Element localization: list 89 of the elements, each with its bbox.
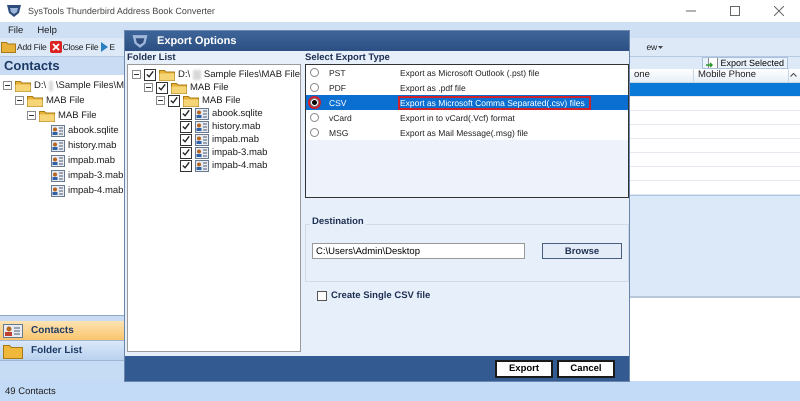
contact-file-icon <box>51 124 65 136</box>
status-text: 49 Contacts <box>5 386 56 396</box>
checkbox[interactable] <box>168 94 180 106</box>
redaction-blur <box>193 70 201 80</box>
nav-item[interactable]: Contacts <box>0 321 124 341</box>
export-type-option[interactable]: MSG Export as Mail Message(.msg) file <box>306 125 628 140</box>
collapse-icon[interactable] <box>15 96 24 105</box>
collapse-icon[interactable] <box>27 111 36 120</box>
contact-file-icon <box>51 170 65 182</box>
contact-file-icon <box>51 154 65 166</box>
tree-item[interactable]: impab-4.mab <box>68 185 124 196</box>
caret-icon <box>658 46 663 48</box>
folder-icon <box>15 80 31 92</box>
section-label: Folder List <box>127 51 177 64</box>
export-type-option[interactable]: CSV Export as Microsoft Comma Separated(.csv) files <box>306 95 628 110</box>
export-type-option[interactable]: vCard Export in to vCard(.Vcf) format <box>306 110 628 125</box>
close-icon <box>50 41 62 53</box>
scroll-up-icon[interactable] <box>790 73 797 77</box>
dialog-button[interactable]: Export <box>495 360 553 378</box>
single-csv-checkbox[interactable]: Create Single CSV file <box>317 290 430 301</box>
checkbox[interactable] <box>180 108 192 120</box>
contact-file-icon <box>195 134 209 146</box>
collapse-icon[interactable] <box>3 81 12 90</box>
nav-item[interactable]: Folder List <box>0 341 124 361</box>
tree-item[interactable]: history.mab <box>212 121 260 132</box>
folder-icon <box>159 68 175 80</box>
section-label: Select Export Type <box>305 51 391 64</box>
checkbox[interactable] <box>180 146 192 158</box>
panel-title: Contacts <box>0 57 124 75</box>
folder-icon <box>183 94 199 106</box>
tree-item[interactable]: abook.sqlite <box>212 108 263 119</box>
contact-file-icon <box>51 184 65 196</box>
contact-file-icon <box>195 160 209 172</box>
tree-item[interactable]: impab-3.mab <box>68 170 124 181</box>
contact-file-icon <box>195 108 209 120</box>
tree-item[interactable]: impab-3.mab <box>212 147 268 158</box>
tree-item[interactable]: \Sample Files\M <box>56 80 124 91</box>
tree-item[interactable]: Sample Files\MAB File <box>204 69 300 80</box>
dialog-button[interactable]: Cancel <box>557 360 615 378</box>
tree-item[interactable]: MAB File <box>46 95 85 106</box>
export-icon <box>706 58 718 68</box>
tree-item[interactable]: impab.mab <box>212 134 259 145</box>
tree-item[interactable]: impab.mab <box>68 155 115 166</box>
toolbar-button[interactable]: Add File <box>0 41 48 53</box>
contact-card-icon <box>3 324 23 338</box>
shield-logo-icon <box>6 4 22 18</box>
group-label: Destination <box>310 216 366 227</box>
tree-item[interactable]: MAB File <box>58 110 97 121</box>
checkbox[interactable] <box>156 82 168 94</box>
path-field[interactable]: C:\Users\Admin\Desktop <box>312 243 525 259</box>
view-menu[interactable]: ew <box>646 42 664 52</box>
tree-item[interactable]: history.mab <box>68 140 116 151</box>
export-type-option[interactable]: PDF Export as .pdf file <box>306 80 628 95</box>
export-selected-button[interactable]: Export Selected <box>702 57 788 69</box>
column-header[interactable]: Mobile Phone <box>694 69 789 82</box>
tree-item[interactable]: D:\ <box>178 69 190 80</box>
folder-icon <box>171 82 187 94</box>
window-title: SysTools Thunderbird Address Book Converter <box>28 6 215 16</box>
collapse-icon[interactable] <box>144 83 153 92</box>
tree-item[interactable]: impab-4.mab <box>212 160 268 171</box>
browse-button[interactable]: Browse <box>542 243 622 259</box>
checkbox[interactable] <box>180 134 192 146</box>
folder-icon <box>39 110 55 122</box>
checkbox[interactable] <box>180 160 192 172</box>
tree-item[interactable]: MAB File <box>190 82 229 93</box>
close-icon[interactable] <box>774 6 784 16</box>
play-icon <box>101 42 108 52</box>
checkbox[interactable] <box>144 68 156 80</box>
tree-item[interactable]: D:\ <box>34 80 46 91</box>
maximize-icon[interactable] <box>730 6 740 16</box>
menu-item[interactable]: Help <box>37 24 57 36</box>
table-row[interactable] <box>630 83 800 97</box>
checkbox[interactable] <box>180 120 192 132</box>
tree-item[interactable]: MAB File <box>202 95 241 106</box>
folder-icon <box>1 41 16 53</box>
shield-logo-icon <box>131 34 149 48</box>
dialog-title: Export Options <box>157 35 236 47</box>
contact-file-icon <box>195 146 209 158</box>
menu-item[interactable]: File <box>8 24 24 36</box>
tree-item[interactable]: abook.sqlite <box>68 125 119 136</box>
toolbar-button[interactable]: Close File <box>48 41 100 53</box>
folder-icon <box>27 94 43 106</box>
export-type-option[interactable]: PST Export as Microsoft Outlook (.pst) file <box>306 65 628 80</box>
contact-file-icon <box>195 120 209 132</box>
collapse-icon[interactable] <box>132 70 141 79</box>
redaction-blur <box>49 80 53 90</box>
toolbar-button[interactable]: E <box>100 42 116 52</box>
contact-file-icon <box>51 140 65 152</box>
collapse-icon[interactable] <box>156 96 165 105</box>
